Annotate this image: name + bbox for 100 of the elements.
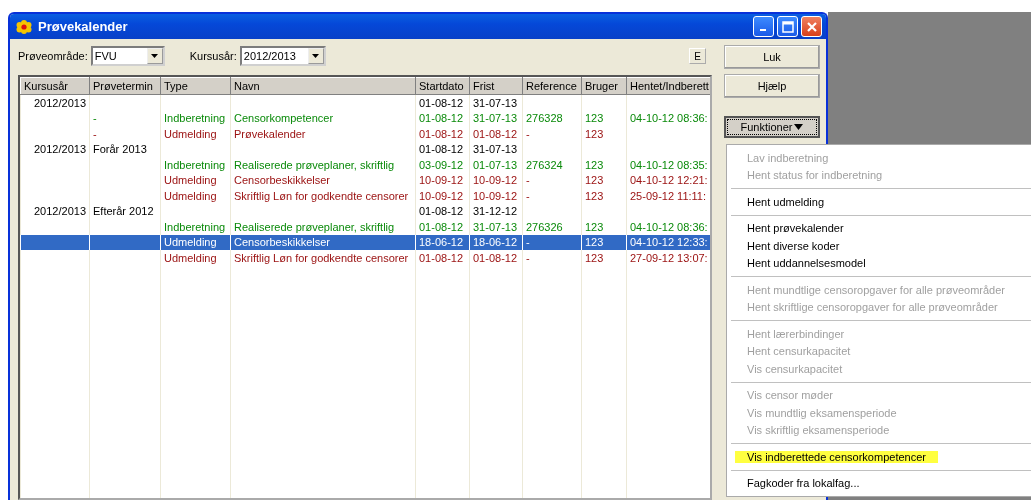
column-header[interactable]: Frist (469, 77, 523, 95)
table-cell: Udmelding (164, 236, 217, 249)
table-cell: 123 (585, 220, 604, 233)
table-row[interactable]: Indberetning Realiserede prøveplaner, skriftlig 03-09-12 01-07-13 276324 123 04-10-12 08:35: (20, 157, 710, 173)
table-cell: 123 (585, 251, 604, 264)
menu-item[interactable]: Fagkoder fra lokalfag... (735, 477, 872, 490)
dropdown-field[interactable]: FVU (90, 46, 165, 66)
dropdown-arrow-icon (151, 54, 159, 58)
table-row[interactable]: 2012/2013 Efterår 2012 01-08-12 31-12-12 (20, 203, 710, 219)
table-cell: 10-09-12 (473, 189, 518, 202)
column-header[interactable]: Prøvetermin (89, 77, 161, 95)
menu-item[interactable]: Hent prøvekalender (735, 222, 856, 235)
table-cell: Censorkompetencer (234, 112, 334, 125)
table-cell: Udmelding (164, 174, 217, 187)
dropdown-arrow-icon (794, 124, 804, 130)
column-header[interactable]: Navn (230, 77, 416, 95)
table-cell: 01-07-13 (473, 158, 518, 171)
table-cell: 01-08-12 (419, 96, 464, 109)
close-button[interactable] (801, 16, 822, 37)
table-cell: - (526, 174, 530, 187)
table-cell: - (526, 251, 530, 264)
table-cell: 01-08-12 (419, 127, 464, 140)
menu-item[interactable]: Hent udmelding (735, 195, 837, 208)
menu-item[interactable]: Vis indberettede censorkompetencer (735, 450, 938, 463)
column-header[interactable]: Kursusår (20, 77, 90, 95)
table-cell: Realiserede prøveplaner, skriftlig (234, 220, 395, 233)
table-cell: 27-09-12 13:07: (630, 251, 708, 264)
push-button[interactable]: Hjælp (724, 74, 820, 98)
table-cell: Realiserede prøveplaner, skriftlig (234, 158, 395, 171)
table-cell: 01-08-12 (419, 251, 464, 264)
table-cell: 18-06-12 (473, 236, 518, 249)
push-button[interactable]: Luk (724, 45, 820, 69)
table-cell: - (526, 127, 530, 140)
table-cell: 01-08-12 (473, 127, 518, 140)
table-cell: 04-10-12 12:21: (630, 174, 708, 187)
table-cell: 2012/2013 (34, 143, 86, 156)
table-row[interactable]: - Indberetning Censorkompetencer 01-08-12 31-07-13 276328 123 04-10-12 08:36: (20, 110, 710, 126)
table-cell: 123 (585, 174, 604, 187)
small-button[interactable]: E (689, 48, 706, 64)
table-row[interactable]: 2012/2013 01-08-12 31-07-13 (20, 94, 710, 111)
menu-item[interactable]: Hent diverse koder (735, 239, 852, 252)
table-row[interactable]: - Udmelding Prøvekalender 01-08-12 01-08-12 - 123 (20, 126, 710, 142)
table-cell: 01-08-12 (419, 220, 464, 233)
table-row[interactable]: Indberetning Realiserede prøveplaner, skriftlig 01-08-12 31-07-13 276326 123 04-10-12 08:36: (20, 219, 710, 235)
table-cell: Censorbeskikkelser (234, 174, 330, 187)
menu-button[interactable]: Funktioner (724, 116, 820, 138)
table-row[interactable]: 2012/2013 Forår 2013 01-08-12 31-07-13 (20, 141, 710, 157)
column-header[interactable]: Hentet/Indberett (626, 77, 710, 95)
table-cell: 123 (585, 236, 604, 249)
table-cell: 276326 (526, 220, 563, 233)
column-header[interactable]: Bruger (581, 77, 627, 95)
table-cell: 123 (585, 189, 604, 202)
table-cell: 31-07-13 (473, 112, 518, 125)
table-cell: 01-08-12 (419, 143, 464, 156)
table-cell: Udmelding (164, 189, 217, 202)
maximize-icon (781, 20, 794, 33)
table-cell: 31-07-13 (473, 220, 518, 233)
table-row[interactable]: Udmelding Skriftlig Løn for godkendte censorer 10-09-12 10-09-12 - 123 25-09-12 11:11: (20, 188, 710, 204)
table-cell: 01-08-12 (419, 205, 464, 218)
maximize-button[interactable] (777, 16, 798, 37)
window-title: Prøvekalender (38, 19, 128, 34)
table-cell: - (93, 112, 97, 125)
table-cell: 276324 (526, 158, 563, 171)
table-row[interactable]: Udmelding Censorbeskikkelser 10-09-12 10-09-12 - 123 04-10-12 12:21: (20, 172, 710, 188)
table-cell: 276328 (526, 112, 563, 125)
table-cell: 01-08-12 (419, 112, 464, 125)
table-cell: 10-09-12 (419, 189, 464, 202)
minimize-icon (759, 28, 766, 31)
table-cell: - (93, 127, 97, 140)
table-cell: 31-12-12 (473, 205, 518, 218)
table-cell: Indberetning (164, 220, 226, 233)
column-header[interactable]: Startdato (415, 77, 470, 95)
table-cell: 04-10-12 08:36: (630, 112, 708, 125)
table-cell: 31-07-13 (473, 143, 518, 156)
filter-label: Prøveområde: (18, 50, 88, 62)
table-cell: 123 (585, 112, 604, 125)
table-cell: Forår 2013 (93, 143, 147, 156)
table-cell: 123 (585, 127, 604, 140)
minimize-button[interactable] (753, 16, 774, 37)
menu-item[interactable]: Hent uddannelsesmodel (735, 257, 878, 270)
table-cell: Udmelding (164, 251, 217, 264)
table-cell: 10-09-12 (473, 174, 518, 187)
dropdown-field[interactable]: 2012/2013 (239, 46, 326, 66)
table-cell: 04-10-12 08:35: (630, 158, 708, 171)
flower-icon (16, 19, 32, 34)
table-row[interactable]: Udmelding Censorbeskikkelser 18-06-12 18-06-12 - 123 04-10-12 12:33: (20, 234, 710, 250)
table-cell: Skriftlig Løn for godkendte censorer (234, 189, 409, 202)
table-cell: - (526, 189, 530, 202)
table-cell: 04-10-12 08:36: (630, 220, 708, 233)
table-cell: 25-09-12 11:11: (630, 189, 707, 202)
column-header[interactable]: Reference (522, 77, 582, 95)
table-cell: 18-06-12 (419, 236, 464, 249)
table-cell: 03-09-12 (419, 158, 464, 171)
close-icon (805, 20, 818, 33)
table-cell: 2012/2013 (34, 205, 86, 218)
table-cell: 31-07-13 (473, 96, 518, 109)
table-cell: Indberetning (164, 158, 226, 171)
table-row[interactable]: Udmelding Skriftlig Løn for godkendte censorer 01-08-12 01-08-12 - 123 27-09-12 13:07: (20, 250, 710, 266)
column-header[interactable]: Type (160, 77, 231, 95)
table-cell: 04-10-12 12:33: (630, 236, 708, 249)
